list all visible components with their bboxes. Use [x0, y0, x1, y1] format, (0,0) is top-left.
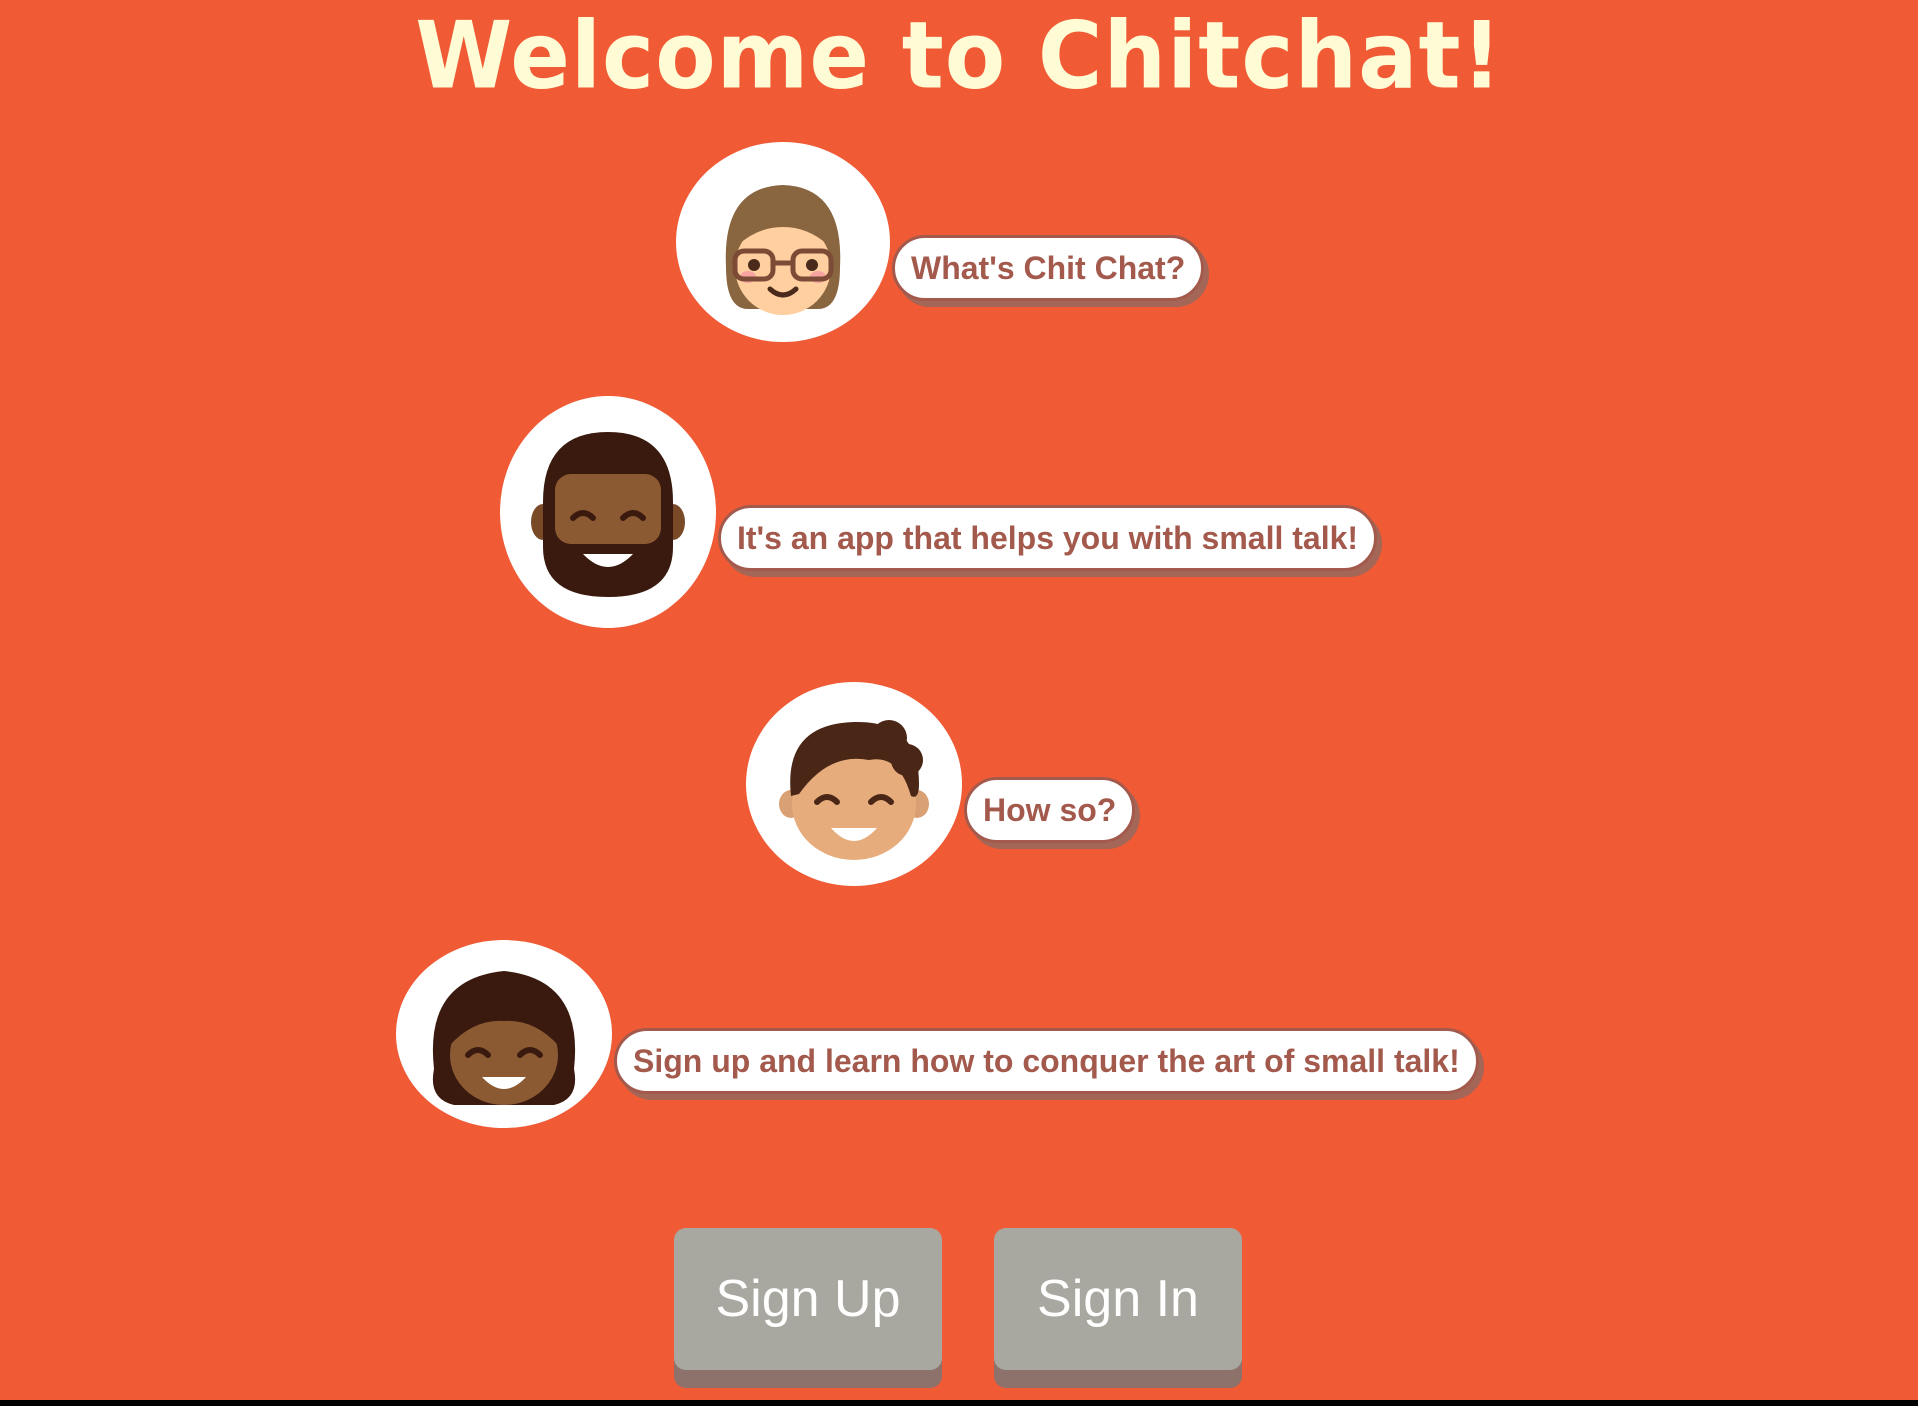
smiling-woman-icon [432, 971, 576, 1105]
page-title: Welcome to Chitchat! [415, 1, 1503, 110]
welcome-page: Welcome to Chitchat! What's Chit Chat? I… [0, 0, 1918, 1400]
smiling-woman-avatar [396, 940, 612, 1128]
bearded-man-icon [531, 432, 685, 597]
woman-with-glasses-icon [725, 185, 841, 315]
sign-up-button[interactable]: Sign Up [674, 1228, 942, 1370]
woman-with-glasses-avatar [676, 142, 890, 342]
message-bubble-app-description: It's an app that helps you with small ta… [718, 505, 1378, 571]
message-bubble-sign-up-invite: Sign up and learn how to conquer the art… [614, 1028, 1479, 1094]
message-bubble-whats-chit-chat: What's Chit Chat? [892, 235, 1205, 301]
smiling-man-avatar [746, 682, 962, 886]
sign-in-button[interactable]: Sign In [994, 1228, 1242, 1370]
smiling-man-icon [779, 720, 929, 860]
bearded-man-avatar [500, 396, 716, 628]
message-bubble-how-so: How so? [964, 777, 1136, 843]
window-edge [1918, 0, 1922, 1406]
